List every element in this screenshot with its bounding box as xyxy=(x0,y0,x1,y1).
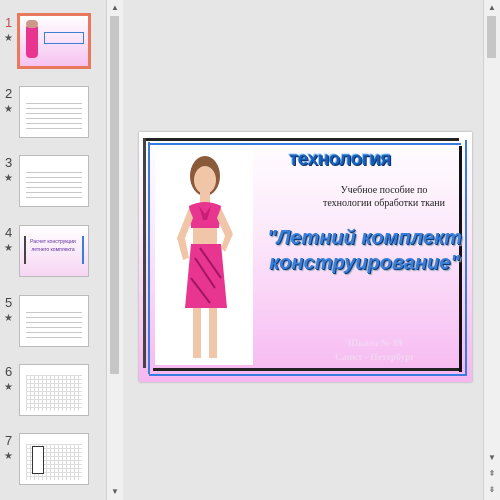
slide-thumbnail-6[interactable]: 6 ★ xyxy=(0,364,106,424)
slide-preview xyxy=(19,364,89,416)
slide-number: 7 xyxy=(5,433,13,448)
slide-thumbnail-pane: 1 ★ 2 ★ 3 ★ 4 ★ Расчет конструкции летне… xyxy=(0,0,106,500)
slide-number: 5 xyxy=(5,295,13,310)
school-info[interactable]: Школа № 89 Санкт - Петербург xyxy=(315,337,435,365)
animation-star-icon: ★ xyxy=(4,173,13,184)
scrollbar-thumb[interactable] xyxy=(487,16,496,58)
scroll-down-icon[interactable]: ▼ xyxy=(484,450,500,466)
slide-title[interactable]: технология xyxy=(289,149,391,171)
slide-thumbnail-2[interactable]: 2 ★ xyxy=(0,86,106,146)
slide-preview: Расчет конструкции летнего комплекта xyxy=(19,225,89,277)
slide-number: 1 xyxy=(5,15,13,30)
animation-star-icon: ★ xyxy=(4,104,13,115)
previous-slide-icon[interactable]: ⇞ xyxy=(484,466,500,482)
headline-line: "Летний комплект xyxy=(267,227,462,249)
slide-preview xyxy=(19,295,89,347)
frame-line xyxy=(153,368,459,371)
thumbnail-scrollbar[interactable]: ▲ ▼ xyxy=(106,0,123,500)
thumbnail-title: Расчет конструкции летнего комплекта xyxy=(30,239,76,253)
scrollbar-thumb[interactable] xyxy=(110,16,119,374)
animation-star-icon: ★ xyxy=(4,451,13,462)
frame-line xyxy=(143,138,146,368)
slide-preview xyxy=(19,86,89,138)
slide-preview xyxy=(19,155,89,207)
slide-thumbnail-7[interactable]: 7 ★ xyxy=(0,433,106,493)
next-slide-icon[interactable]: ⇟ xyxy=(484,482,500,498)
animation-star-icon: ★ xyxy=(4,243,13,254)
headline-line: конструирование" xyxy=(269,252,460,274)
slide-number: 4 xyxy=(5,225,13,240)
scroll-down-icon[interactable]: ▼ xyxy=(107,484,123,500)
school-line: Школа № 89 xyxy=(347,339,403,349)
frame-line xyxy=(148,142,150,374)
scroll-up-icon[interactable]: ▲ xyxy=(484,0,500,16)
subtitle-line: технологии обработки ткани xyxy=(323,198,445,209)
school-line: Санкт - Петербург xyxy=(335,353,415,363)
animation-star-icon: ★ xyxy=(4,33,13,44)
slide-thumbnail-4[interactable]: 4 ★ Расчет конструкции летнего комплекта xyxy=(0,225,106,285)
subtitle-line: Учебное пособие по xyxy=(340,185,428,196)
slide-thumbnail-5[interactable]: 5 ★ xyxy=(0,295,106,355)
frame-line xyxy=(149,374,467,376)
editor-scrollbar[interactable]: ▲ ▼ ⇞ ⇟ xyxy=(483,0,500,500)
animation-star-icon: ★ xyxy=(4,382,13,393)
frame-line xyxy=(149,143,461,145)
slide-preview xyxy=(19,433,89,485)
slide-thumbnail-1[interactable]: 1 ★ xyxy=(0,13,106,75)
slide-preview xyxy=(17,13,91,69)
slide-number: 3 xyxy=(5,155,13,170)
slide-subtitle[interactable]: Учебное пособие по технологии обработки … xyxy=(299,184,469,210)
scroll-up-icon[interactable]: ▲ xyxy=(107,0,123,16)
girl-photo xyxy=(155,148,253,365)
animation-star-icon: ★ xyxy=(4,313,13,324)
slide-headline[interactable]: "Летний комплект конструирование" xyxy=(257,226,472,276)
slide-number: 6 xyxy=(5,364,13,379)
frame-line xyxy=(143,138,459,141)
slide-canvas[interactable]: технология Учебное пособие по технологии… xyxy=(139,132,472,382)
slide-number: 2 xyxy=(5,86,13,101)
slide-thumbnail-3[interactable]: 3 ★ xyxy=(0,155,106,215)
